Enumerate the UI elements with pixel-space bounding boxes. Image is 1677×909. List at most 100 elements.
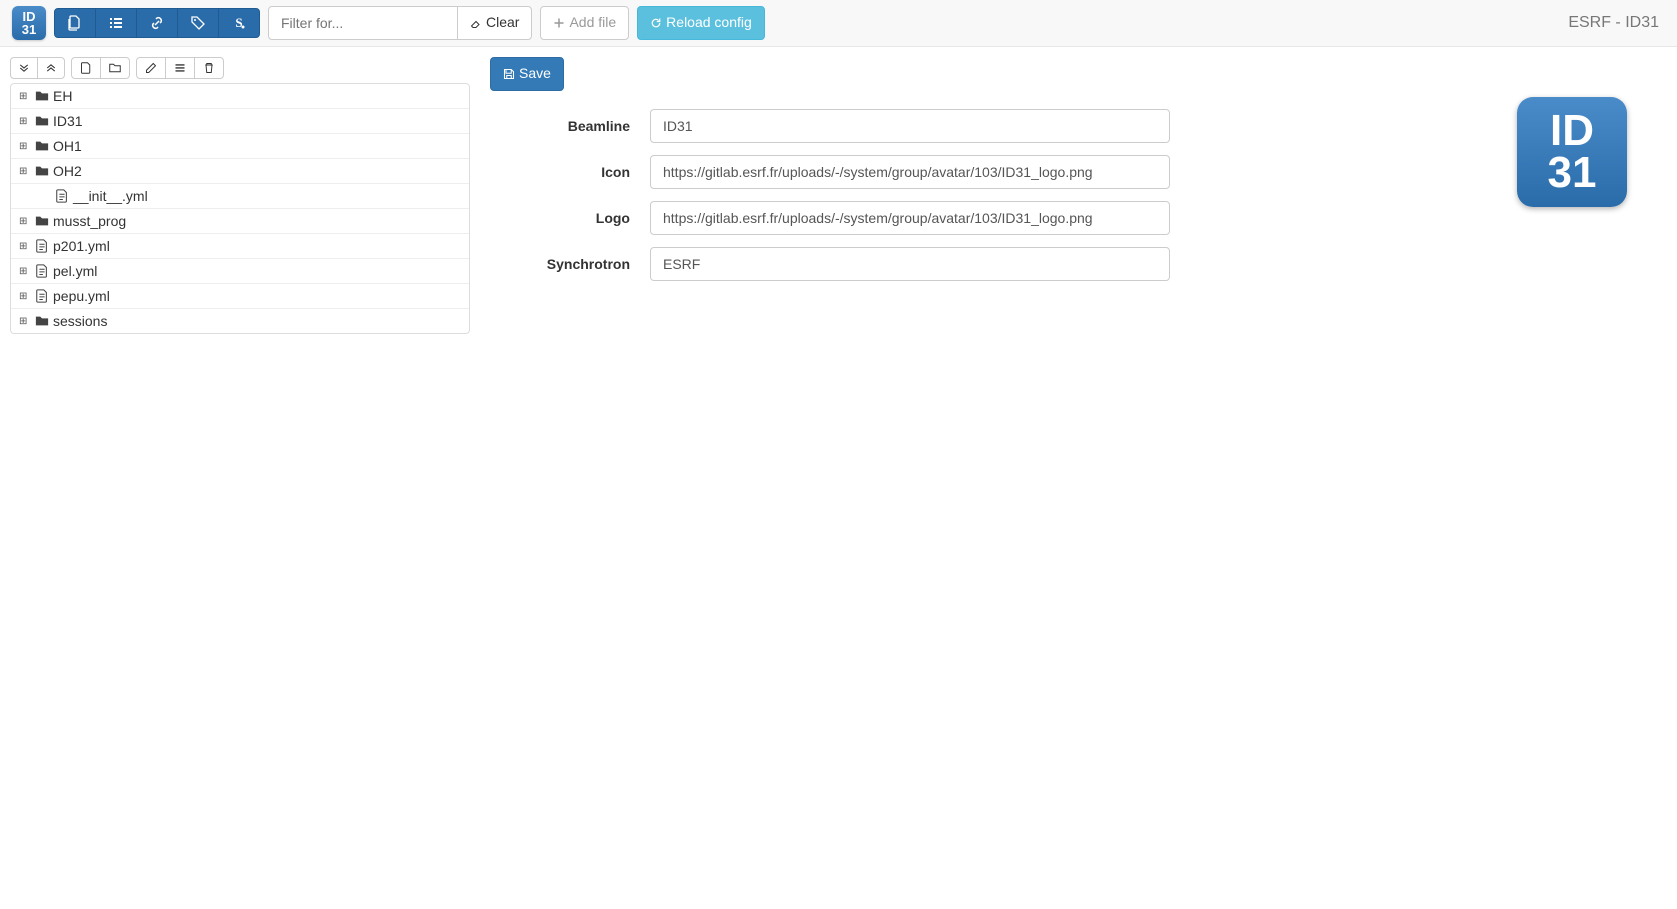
beamline-input[interactable] — [650, 109, 1170, 143]
add-file-label: Add file — [569, 13, 616, 33]
expand-icon[interactable]: ⊞ — [19, 166, 31, 177]
form-label-icon: Icon — [490, 164, 650, 180]
refresh-icon — [650, 17, 662, 29]
folder-icon — [35, 164, 49, 178]
trash-icon — [203, 62, 215, 74]
nav-tag-button[interactable] — [177, 8, 219, 38]
pencil-icon — [145, 62, 157, 74]
tree-node-p201-yml[interactable]: ⊞p201.yml — [11, 234, 469, 259]
delete-button[interactable] — [194, 57, 224, 79]
tree-node-label: EH — [53, 88, 72, 104]
link-icon — [149, 15, 165, 31]
collapse-all-button[interactable] — [37, 57, 65, 79]
nav-files-button[interactable] — [54, 8, 96, 38]
tree-node-label: pel.yml — [53, 263, 97, 279]
file-tree: ⊞EH⊞ID31⊞OH1⊞OH2__init__.yml⊞musst_prog⊞… — [10, 83, 470, 334]
save-button[interactable]: Save — [490, 57, 564, 91]
add-file-button[interactable]: Add file — [540, 6, 629, 40]
nav-sessions-button[interactable]: S — [218, 8, 260, 38]
chevron-double-up-icon — [46, 63, 56, 73]
nav-view-toggle: S — [54, 8, 260, 38]
tree-node-label: ID31 — [53, 113, 83, 129]
logo-bottom: 31 — [22, 23, 36, 36]
tree-node-label: OH2 — [53, 163, 82, 179]
expand-icon[interactable]: ⊞ — [19, 116, 31, 127]
tree-node-label: musst_prog — [53, 213, 126, 229]
expand-icon[interactable]: ⊞ — [19, 91, 31, 102]
logo-preview: ID 31 — [1517, 97, 1627, 207]
plus-icon — [553, 17, 565, 29]
tree-node-pepu-yml[interactable]: ⊞pepu.yml — [11, 284, 469, 309]
tree-node-id31[interactable]: ⊞ ID31 — [11, 109, 469, 134]
folder-icon — [35, 214, 49, 228]
file-icon — [35, 264, 49, 278]
nav-link-button[interactable] — [136, 8, 178, 38]
svg-text:S: S — [235, 15, 242, 30]
preview-top: ID — [1550, 110, 1594, 152]
tree-node-label: sessions — [53, 313, 107, 329]
logo-preview-badge: ID 31 — [1517, 97, 1627, 207]
icon-input[interactable] — [650, 155, 1170, 189]
list-icon — [108, 15, 124, 31]
expand-icon[interactable]: ⊞ — [19, 316, 31, 327]
tree-node-oh2[interactable]: ⊞ OH2 — [11, 159, 469, 184]
navbar: ID 31 S Clear Add file Reload config — [0, 0, 1677, 47]
form-header: Save — [490, 57, 1487, 91]
form-row-synchrotron: Synchrotron — [490, 247, 1487, 281]
expand-icon[interactable]: ⊞ — [19, 241, 31, 252]
form-area: Save Beamline Icon Logo Synchrotron — [490, 57, 1487, 293]
file-icon — [35, 239, 49, 253]
tree-node-oh1[interactable]: ⊞OH1 — [11, 134, 469, 159]
file-icon — [35, 289, 49, 303]
content: Save Beamline Icon Logo Synchrotron ID 31 — [490, 57, 1667, 293]
clear-button[interactable]: Clear — [457, 6, 532, 40]
clear-label: Clear — [486, 13, 519, 33]
tree-node-sessions[interactable]: ⊞ sessions — [11, 309, 469, 333]
tree-toolbar — [10, 57, 470, 79]
form-row-beamline: Beamline — [490, 109, 1487, 143]
form-label-logo: Logo — [490, 210, 650, 226]
main: ⊞EH⊞ID31⊞OH1⊞OH2__init__.yml⊞musst_prog⊞… — [0, 47, 1677, 344]
folder-icon — [35, 314, 49, 328]
synchrotron-input[interactable] — [650, 247, 1170, 281]
app-logo-badge: ID 31 — [12, 6, 46, 40]
tree-node-eh[interactable]: ⊞ EH — [11, 84, 469, 109]
chevron-double-down-icon — [19, 63, 29, 73]
folder-icon — [35, 139, 49, 153]
eraser-icon — [470, 17, 482, 29]
edit-button[interactable] — [136, 57, 166, 79]
expand-icon[interactable]: ⊞ — [19, 216, 31, 227]
menu-button[interactable] — [165, 57, 195, 79]
nav-list-button[interactable] — [95, 8, 137, 38]
new-file-button[interactable] — [71, 57, 101, 79]
tree-node-musst-prog[interactable]: ⊞ musst_prog — [11, 209, 469, 234]
tree-node-pel-yml[interactable]: ⊞ pel.yml — [11, 259, 469, 284]
folder-icon — [35, 89, 49, 103]
expand-all-button[interactable] — [10, 57, 38, 79]
s-icon: S — [231, 15, 247, 31]
expand-icon[interactable]: ⊞ — [19, 141, 31, 152]
form-label-synchrotron: Synchrotron — [490, 256, 650, 272]
expand-icon[interactable]: ⊞ — [19, 266, 31, 277]
tag-icon — [190, 15, 206, 31]
folder-icon — [35, 114, 49, 128]
new-folder-button[interactable] — [100, 57, 130, 79]
logo-input[interactable] — [650, 201, 1170, 235]
reload-config-button[interactable]: Reload config — [637, 6, 765, 40]
expand-icon[interactable]: ⊞ — [19, 291, 31, 302]
save-icon — [503, 68, 515, 80]
tree-node-label: __init__.yml — [73, 188, 148, 204]
form-row-icon: Icon — [490, 155, 1487, 189]
filter-input[interactable] — [268, 6, 458, 40]
save-label: Save — [519, 64, 551, 84]
file-icon — [80, 62, 92, 74]
sidebar: ⊞EH⊞ID31⊞OH1⊞OH2__init__.yml⊞musst_prog⊞… — [10, 57, 470, 334]
preview-bottom: 31 — [1548, 152, 1597, 194]
bars-icon — [174, 62, 186, 74]
files-icon — [67, 15, 83, 31]
form-label-beamline: Beamline — [490, 118, 650, 134]
tree-node--init-yml[interactable]: __init__.yml — [11, 184, 469, 209]
filter-group: Clear — [268, 6, 532, 40]
file-icon — [55, 189, 69, 203]
page-title: ESRF - ID31 — [1568, 14, 1665, 32]
